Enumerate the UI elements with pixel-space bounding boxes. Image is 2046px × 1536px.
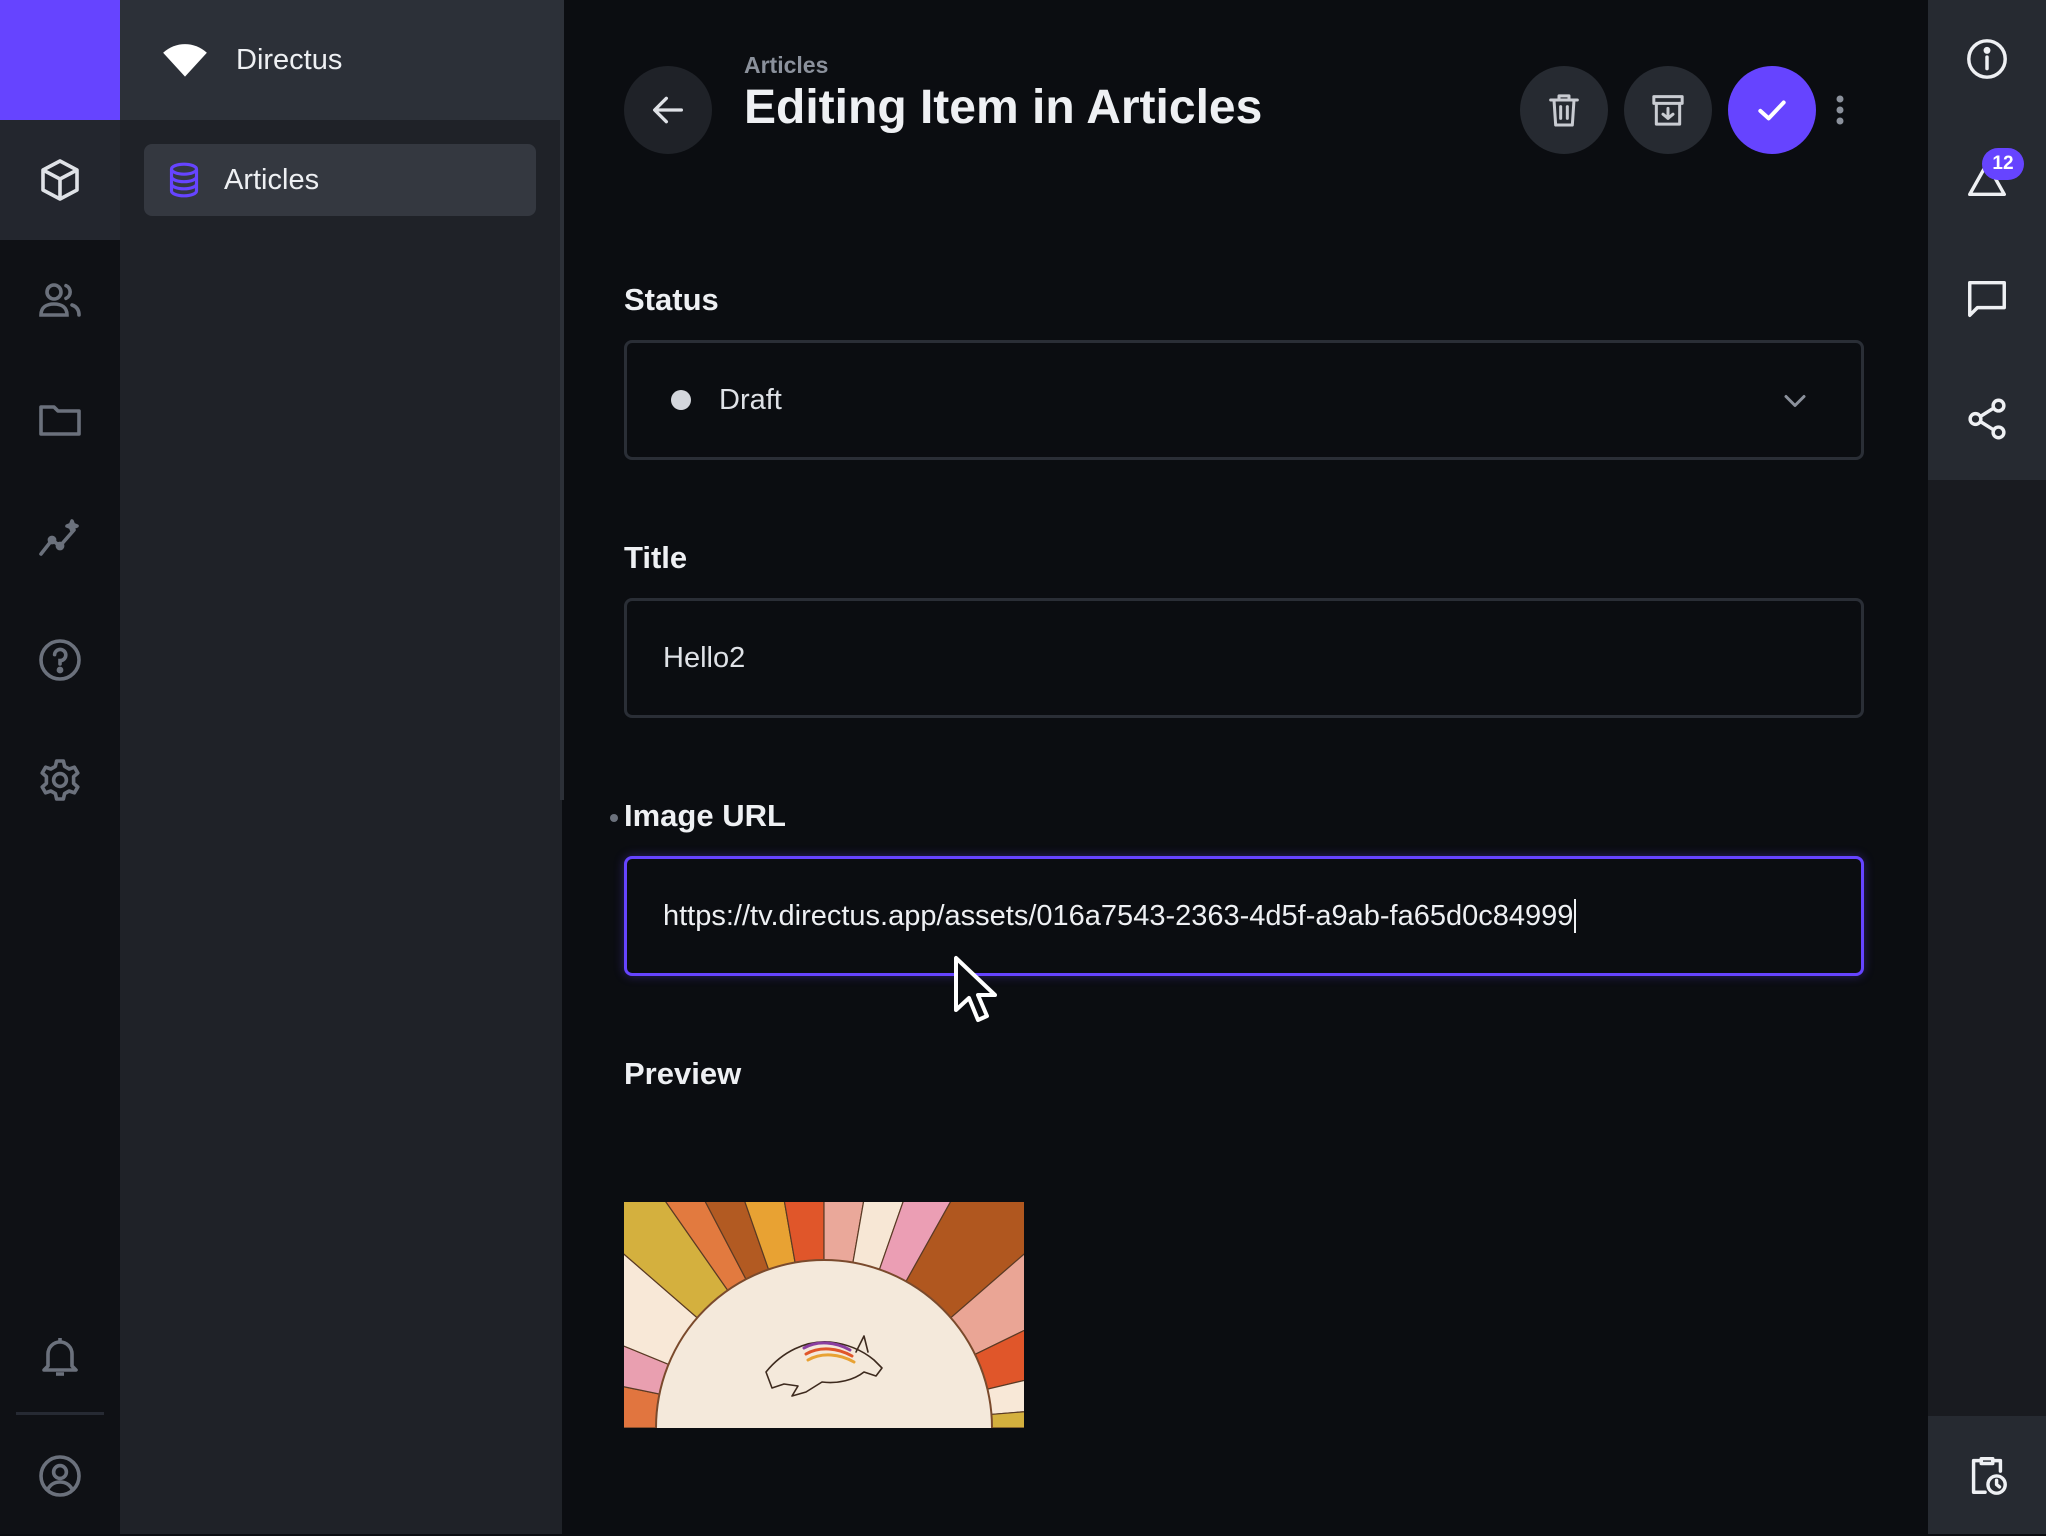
comments-icon xyxy=(1968,280,2006,318)
nav-item-articles[interactable]: Articles xyxy=(144,144,536,216)
mouse-cursor-icon xyxy=(954,956,997,1022)
sidebar xyxy=(1928,0,2046,1534)
insights-icon xyxy=(39,519,79,556)
project-header[interactable]: Directus xyxy=(120,0,562,120)
preview-image xyxy=(624,1202,1024,1428)
files-module-button[interactable] xyxy=(0,360,120,480)
page-title: Editing Item in Articles xyxy=(744,81,1263,134)
archive-icon xyxy=(1652,95,1684,126)
delete-button[interactable] xyxy=(1520,66,1608,154)
scheduled-clipboard-icon xyxy=(1971,1456,2007,1495)
title-value: Hello2 xyxy=(663,641,746,674)
back-button[interactable] xyxy=(624,66,712,154)
brand-logo[interactable] xyxy=(0,0,120,120)
help-module-button[interactable] xyxy=(0,600,120,720)
project-wifi-icon xyxy=(163,44,207,77)
image-url-label: Image URL xyxy=(624,798,786,833)
breadcrumb[interactable]: Articles xyxy=(744,52,828,79)
archive-button[interactable] xyxy=(1624,66,1712,154)
folder-icon xyxy=(39,405,81,436)
save-button[interactable] xyxy=(1728,66,1816,154)
notifications-button[interactable] xyxy=(0,1296,120,1416)
revisions-count-badge: 12 xyxy=(1982,148,2024,180)
title-label: Title xyxy=(624,540,688,575)
trash-icon xyxy=(1549,94,1579,127)
status-label: Status xyxy=(624,282,719,317)
nav-item-label: Articles xyxy=(224,163,320,196)
arrow-back-icon xyxy=(653,96,683,124)
check-icon xyxy=(1758,100,1786,121)
info-icon xyxy=(1967,39,2007,79)
info-button[interactable] xyxy=(1928,0,2046,118)
panel-divider xyxy=(560,0,564,800)
users-module-button[interactable] xyxy=(0,240,120,360)
database-icon xyxy=(169,162,199,198)
title-input[interactable]: Hello2 xyxy=(624,598,1864,718)
comments-button[interactable] xyxy=(1928,240,2046,358)
content-module-button[interactable] xyxy=(0,120,120,240)
image-url-value: https://tv.directus.app/assets/016a7543-… xyxy=(663,899,1574,932)
insights-module-button[interactable] xyxy=(0,480,120,600)
revisions-button[interactable] xyxy=(1928,120,2046,238)
user-account-icon xyxy=(39,1455,81,1497)
help-icon xyxy=(39,639,81,681)
preview-label: Preview xyxy=(624,1056,742,1091)
chevron-down-icon xyxy=(1784,395,1806,407)
settings-gear-icon xyxy=(40,759,80,801)
more-vertical-icon xyxy=(1836,95,1844,125)
users-icon xyxy=(39,283,81,317)
more-options-button[interactable] xyxy=(1822,84,1858,136)
image-url-input[interactable]: https://tv.directus.app/assets/016a7543-… xyxy=(624,856,1864,976)
project-name: Directus xyxy=(236,43,343,76)
status-select[interactable]: Draft xyxy=(624,340,1864,460)
edited-indicator xyxy=(610,814,618,822)
navigation-panel: Directus Articles xyxy=(120,0,562,1534)
status-value: Draft xyxy=(719,383,782,416)
user-account-button[interactable] xyxy=(0,1416,120,1536)
share-button[interactable] xyxy=(1928,360,2046,478)
notifications-bell-icon xyxy=(42,1338,78,1376)
content-cube-icon xyxy=(41,159,79,201)
settings-module-button[interactable] xyxy=(0,720,120,840)
text-caret xyxy=(1574,899,1577,933)
status-dot xyxy=(671,390,691,410)
rail-divider xyxy=(16,1412,104,1415)
scheduled-clipboard-button[interactable] xyxy=(1928,1416,2046,1534)
share-icon xyxy=(1968,398,2006,440)
module-bar xyxy=(0,0,120,1534)
